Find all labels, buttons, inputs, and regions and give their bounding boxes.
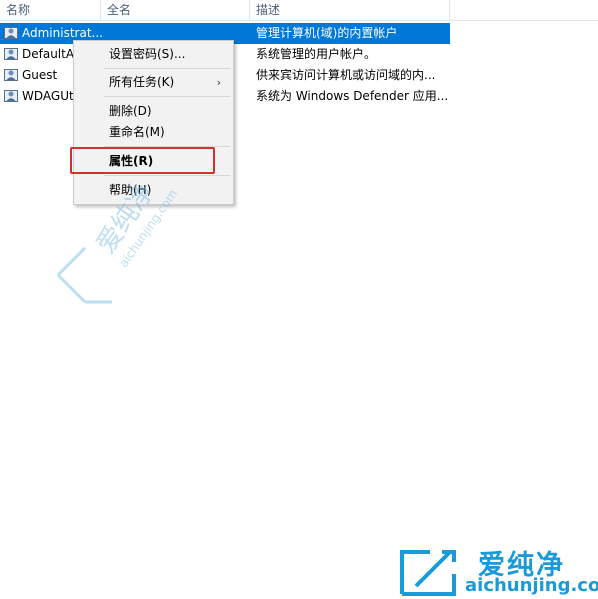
column-header-fullname[interactable]: 全名 (101, 0, 131, 21)
account-description: 系统为 Windows Defender 应用... (256, 89, 449, 103)
list-header: 名称 全名 描述 (0, 0, 598, 21)
menu-item-label: 所有任务(K) (109, 75, 175, 89)
account-description: 系统管理的用户帐户。 (256, 47, 377, 61)
user-account-icon (4, 48, 18, 60)
menu-item-all-tasks[interactable]: 所有任务(K) › (76, 72, 231, 93)
menu-separator (104, 96, 230, 97)
menu-item-rename[interactable]: 重命名(M) (76, 122, 231, 143)
column-header-description[interactable]: 描述 (250, 0, 280, 21)
menu-separator (104, 68, 230, 69)
column-divider[interactable] (449, 0, 450, 21)
account-description: 管理计算机(域)的内置帐户 (256, 26, 398, 40)
column-header-name[interactable]: 名称 (0, 0, 30, 21)
watermark: 爱纯净 aichunjing.com (56, 178, 180, 304)
account-description: 供来宾访问计算机或访问域的内... (256, 68, 436, 82)
logo-url: aichunjing.com (465, 575, 598, 596)
user-account-icon (4, 27, 18, 39)
user-account-icon (4, 69, 18, 81)
menu-item-set-password[interactable]: 设置密码(S)... (76, 44, 231, 65)
chevron-right-icon: › (216, 76, 221, 89)
menu-item-delete[interactable]: 删除(D) (76, 101, 231, 122)
user-account-icon (4, 90, 18, 102)
